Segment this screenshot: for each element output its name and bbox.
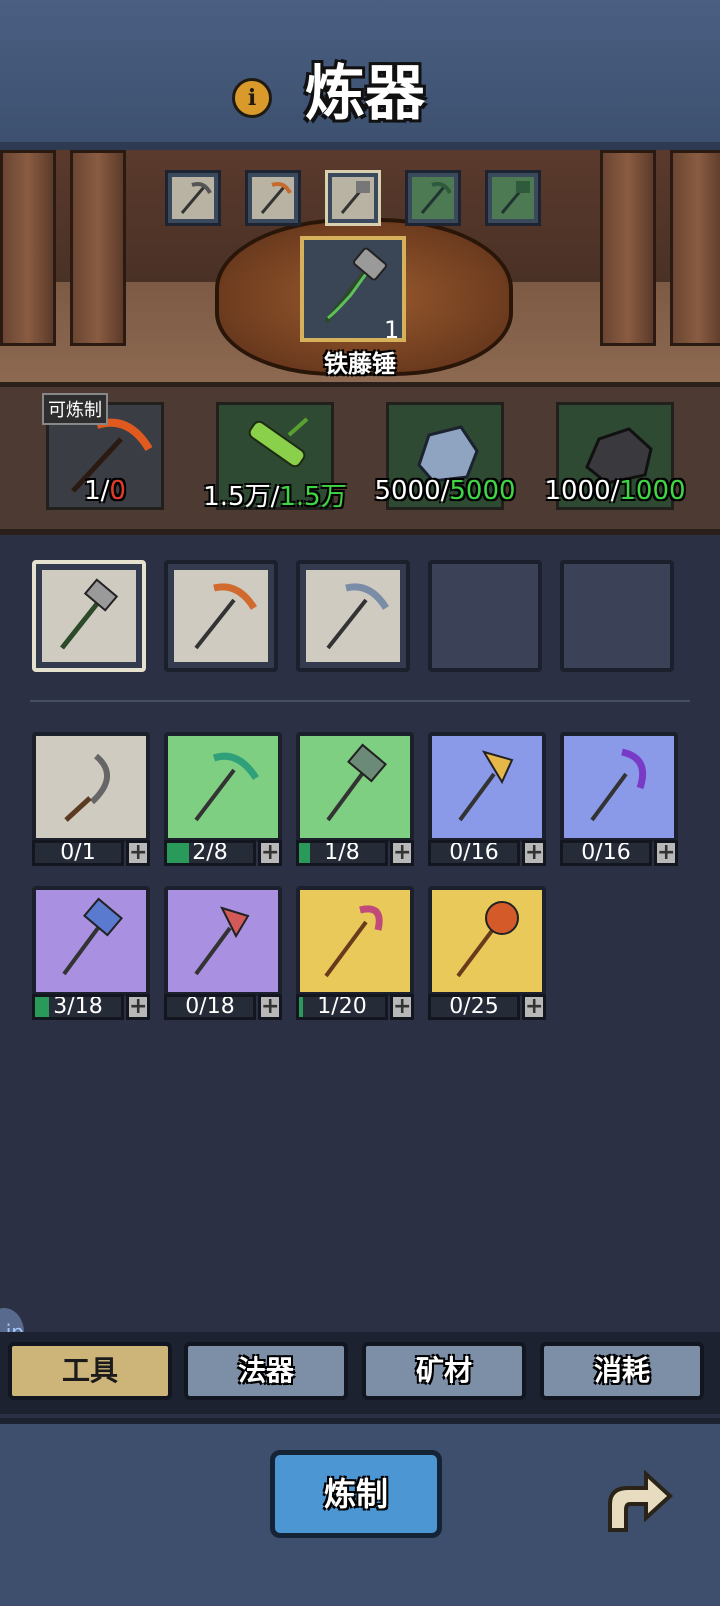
material-bamboo[interactable]: 1.5万/1.5万 bbox=[200, 398, 350, 518]
jade-hammer-icon bbox=[296, 732, 414, 842]
inventory-item-crystal-hammer[interactable]: 3/18 + bbox=[32, 886, 150, 1022]
queue-slot-empty[interactable] bbox=[428, 560, 542, 672]
add-button[interactable]: + bbox=[126, 840, 150, 866]
inventory-item-lion-mace[interactable]: 0/25 + bbox=[428, 886, 546, 1022]
vine-hammer-icon bbox=[42, 570, 136, 662]
section-divider bbox=[30, 700, 690, 702]
add-button[interactable]: + bbox=[522, 840, 546, 866]
flame-axe-icon bbox=[164, 886, 282, 996]
inventory-item-gold-staff[interactable]: 1/20 + bbox=[296, 886, 414, 1022]
queue-slot-empty[interactable] bbox=[560, 560, 674, 672]
copper-pickaxe-icon bbox=[174, 570, 268, 662]
forge-thumbnails bbox=[165, 170, 565, 232]
add-button[interactable]: + bbox=[258, 840, 282, 866]
add-button[interactable]: + bbox=[258, 994, 282, 1020]
info-icon[interactable]: i bbox=[232, 78, 272, 118]
material-coal[interactable]: 1000/1000 bbox=[540, 398, 690, 518]
inventory-item-jade-hammer[interactable]: 1/8 + bbox=[296, 732, 414, 868]
material-quantity: 1000/1000 bbox=[544, 476, 686, 506]
pickaxe-icon bbox=[252, 177, 294, 219]
add-button[interactable]: + bbox=[390, 840, 414, 866]
progress-bar: 3/18 bbox=[32, 994, 124, 1020]
tab-consumables[interactable]: 消耗 bbox=[540, 1342, 704, 1400]
thumb-pickaxe-2[interactable] bbox=[245, 170, 301, 226]
material-iron-ore[interactable]: 5000/5000 bbox=[370, 398, 520, 518]
queue-slot[interactable] bbox=[296, 560, 410, 672]
craftable-badge: 可炼制 bbox=[42, 393, 108, 425]
add-button[interactable]: + bbox=[522, 994, 546, 1020]
progress-bar: 0/16 bbox=[560, 840, 652, 866]
tab-ores[interactable]: 矿材 bbox=[362, 1342, 526, 1400]
material-quantity: 1/0 bbox=[84, 476, 126, 506]
inventory-item-flame-axe[interactable]: 0/18 + bbox=[164, 886, 282, 1022]
queue-slot[interactable] bbox=[164, 560, 278, 672]
return-arrow-icon[interactable] bbox=[596, 1460, 678, 1542]
golden-axe-icon bbox=[428, 732, 546, 842]
thumb-hammer-green[interactable] bbox=[485, 170, 541, 226]
progress-bar: 0/18 bbox=[164, 994, 256, 1020]
hammer-icon bbox=[492, 177, 534, 219]
progress-bar: 0/16 bbox=[428, 840, 520, 866]
purple-pick-icon bbox=[560, 732, 678, 842]
thumb-pickaxe[interactable] bbox=[165, 170, 221, 226]
page-title: 炼器 bbox=[305, 59, 425, 129]
progress-bar: 2/8 bbox=[164, 840, 256, 866]
progress-bar: 1/20 bbox=[296, 994, 388, 1020]
progress-bar: 0/25 bbox=[428, 994, 520, 1020]
material-quantity: 1.5万/1.5万 bbox=[203, 482, 347, 512]
craft-button[interactable]: 炼制 bbox=[270, 1450, 442, 1538]
lion-mace-icon bbox=[428, 886, 546, 996]
hammer-icon bbox=[332, 177, 374, 219]
pickaxe-icon bbox=[172, 177, 214, 219]
inventory-item-sickle[interactable]: 0/1 + bbox=[32, 732, 150, 868]
pillar-left bbox=[0, 150, 56, 346]
iron-pickaxe-icon bbox=[306, 570, 400, 662]
inventory-item-golden-axe[interactable]: 0/16 + bbox=[428, 732, 546, 868]
progress-bar: 1/8 bbox=[296, 840, 388, 866]
add-button[interactable]: + bbox=[654, 840, 678, 866]
add-button[interactable]: + bbox=[126, 994, 150, 1020]
add-button[interactable]: + bbox=[390, 994, 414, 1020]
material-quantity: 5000/5000 bbox=[374, 476, 516, 506]
pillar-right-inner bbox=[600, 150, 656, 346]
tab-tools[interactable]: 工具 bbox=[8, 1342, 172, 1400]
progress-bar: 0/1 bbox=[32, 840, 124, 866]
pickaxe-icon bbox=[412, 177, 454, 219]
jade-pickaxe-icon bbox=[164, 732, 282, 842]
inventory-item-jade-pickaxe[interactable]: 2/8 + bbox=[164, 732, 282, 868]
queue-slot-selected[interactable] bbox=[32, 560, 146, 672]
gold-staff-icon bbox=[296, 886, 414, 996]
sickle-icon bbox=[32, 732, 150, 842]
pillar-left-inner bbox=[70, 150, 126, 346]
crystal-hammer-icon bbox=[32, 886, 150, 996]
selected-item-count: 1 bbox=[384, 316, 400, 344]
selected-item-name: 铁藤锤 bbox=[324, 350, 396, 378]
thumb-hammer-selected[interactable] bbox=[325, 170, 381, 226]
inventory-item-purple-pick[interactable]: 0/16 + bbox=[560, 732, 678, 868]
thumb-pickaxe-green[interactable] bbox=[405, 170, 461, 226]
pillar-right bbox=[670, 150, 720, 346]
tab-artifacts[interactable]: 法器 bbox=[184, 1342, 348, 1400]
